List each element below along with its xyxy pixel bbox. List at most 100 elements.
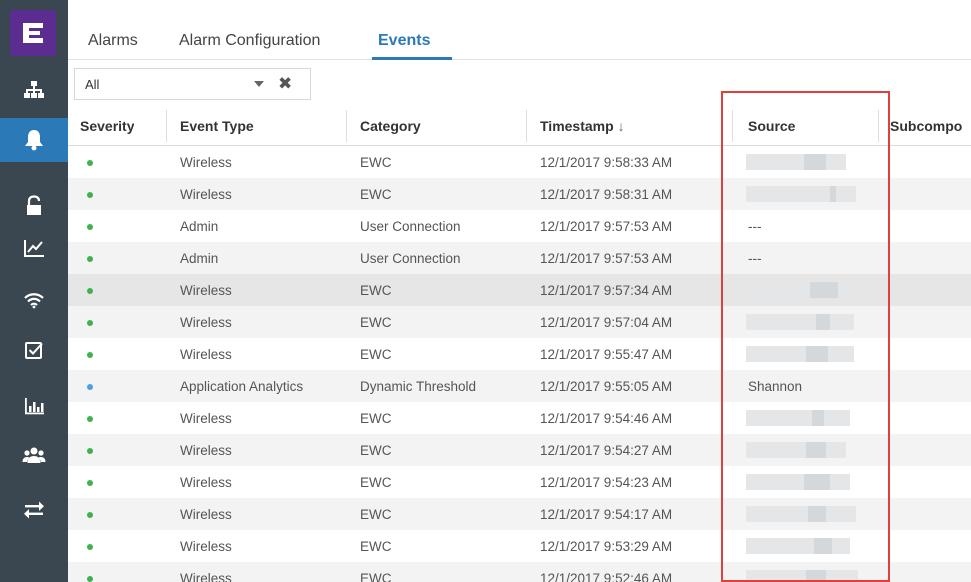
cell-timestamp: 12/1/2017 9:57:53 AM: [540, 251, 673, 266]
cell-timestamp: 12/1/2017 9:57:53 AM: [540, 219, 673, 234]
table-row[interactable]: Wireless EWC 12/1/2017 9:54:27 AM: [68, 434, 971, 466]
tab-bar: Alarms Alarm Configuration Events: [68, 0, 971, 60]
redaction-block: [808, 506, 826, 522]
cell-event-type: Wireless: [180, 539, 232, 554]
cell-category: User Connection: [360, 219, 461, 234]
cell-timestamp: 12/1/2017 9:58:33 AM: [540, 155, 673, 170]
severity-status-icon: [87, 320, 93, 326]
column-header-source[interactable]: Source: [748, 118, 795, 134]
tab-events[interactable]: Events: [378, 32, 430, 50]
cell-timestamp: 12/1/2017 9:54:17 AM: [540, 507, 673, 522]
table-row[interactable]: Wireless EWC 12/1/2017 9:55:47 AM: [68, 338, 971, 370]
sidebar-item-users[interactable]: [0, 436, 68, 476]
redaction-block: [746, 538, 850, 554]
cell-timestamp: 12/1/2017 9:54:46 AM: [540, 411, 673, 426]
column-resize-handle[interactable]: [526, 110, 527, 142]
redaction-block: [806, 442, 826, 458]
table-row[interactable]: Application Analytics Dynamic Threshold 12…: [68, 370, 971, 402]
event-filter-select[interactable]: All ✖: [74, 68, 311, 100]
table-row[interactable]: Wireless EWC 12/1/2017 9:53:29 AM: [68, 530, 971, 562]
cell-event-type: Application Analytics: [180, 379, 304, 394]
sidebar-item-wireless[interactable]: [0, 280, 68, 320]
table-row[interactable]: Wireless EWC 12/1/2017 9:57:04 AM: [68, 306, 971, 338]
table-row[interactable]: Wireless EWC 12/1/2017 9:54:46 AM: [68, 402, 971, 434]
sidebar-item-analytics[interactable]: [0, 228, 68, 268]
redaction-block: [806, 346, 828, 362]
checkbox-icon: [25, 342, 43, 359]
redaction-block: [816, 314, 830, 330]
close-icon[interactable]: ✖: [278, 74, 292, 94]
redaction-block: [746, 346, 854, 362]
cell-event-type: Wireless: [180, 507, 232, 522]
redaction-block: [806, 570, 826, 582]
caret-down-icon[interactable]: [254, 81, 264, 87]
severity-status-icon: [87, 448, 93, 454]
sidebar-item-alarms[interactable]: [0, 118, 68, 162]
table-row[interactable]: Admin User Connection 12/1/2017 9:57:53 AM…: [68, 210, 971, 242]
redaction-block: [810, 282, 838, 298]
severity-status-icon: [87, 416, 93, 422]
severity-status-icon: [87, 224, 93, 230]
table-row[interactable]: Wireless EWC 12/1/2017 9:58:33 AM: [68, 146, 971, 178]
cell-timestamp: 12/1/2017 9:57:34 AM: [540, 283, 673, 298]
column-header-category[interactable]: Category: [360, 118, 421, 134]
cell-category: EWC: [360, 315, 392, 330]
column-resize-handle[interactable]: [732, 110, 733, 142]
cell-source-redacted: [746, 538, 850, 554]
column-header-subcomponent[interactable]: Subcompo: [890, 118, 971, 134]
severity-status-icon: [87, 544, 93, 550]
sidebar: [0, 0, 68, 582]
cell-source-redacted: [746, 570, 858, 582]
cell-category: EWC: [360, 571, 392, 582]
cell-source-redacted: [746, 506, 856, 522]
cell-timestamp: 12/1/2017 9:58:31 AM: [540, 187, 673, 202]
table-row[interactable]: Wireless EWC 12/1/2017 9:54:23 AM: [68, 466, 971, 498]
severity-status-icon: [87, 480, 93, 486]
redaction-block: [746, 314, 854, 330]
table-row[interactable]: Wireless EWC 12/1/2017 9:58:31 AM: [68, 178, 971, 210]
cell-timestamp: 12/1/2017 9:54:23 AM: [540, 475, 673, 490]
sidebar-item-network[interactable]: [0, 70, 68, 110]
cell-category: Dynamic Threshold: [360, 379, 477, 394]
cell-timestamp: 12/1/2017 9:57:04 AM: [540, 315, 673, 330]
severity-status-icon: [87, 256, 93, 262]
cell-category: EWC: [360, 443, 392, 458]
line-chart-icon: [24, 240, 44, 257]
extreme-logo-icon[interactable]: [10, 10, 56, 56]
column-resize-handle[interactable]: [166, 110, 167, 142]
cell-source-redacted: [746, 442, 846, 458]
severity-status-icon: [87, 512, 93, 518]
sidebar-item-reports[interactable]: [0, 386, 68, 426]
cell-category: EWC: [360, 283, 392, 298]
unlock-icon: [27, 195, 41, 215]
redaction-block: [746, 186, 856, 202]
cell-event-type: Admin: [180, 219, 219, 234]
redaction-block: [746, 154, 846, 170]
bell-icon: [25, 130, 43, 151]
column-header-timestamp[interactable]: Timestamp ↓: [540, 118, 625, 134]
column-resize-handle[interactable]: [878, 110, 879, 142]
cell-event-type: Wireless: [180, 347, 232, 362]
column-resize-handle[interactable]: [346, 110, 347, 142]
sidebar-item-compliance[interactable]: [0, 330, 68, 370]
redaction-block: [830, 186, 836, 202]
cell-event-type: Wireless: [180, 475, 232, 490]
cell-category: EWC: [360, 347, 392, 362]
redaction-block: [746, 282, 858, 298]
column-header-event-type[interactable]: Event Type: [180, 118, 254, 134]
severity-status-icon: [87, 384, 93, 390]
cell-event-type: Admin: [180, 251, 219, 266]
cell-category: EWC: [360, 539, 392, 554]
table-row[interactable]: Wireless EWC 12/1/2017 9:57:34 AM: [68, 274, 971, 306]
tab-alarms[interactable]: Alarms: [88, 32, 138, 50]
cell-source-redacted: [746, 154, 846, 170]
table-row[interactable]: Wireless EWC 12/1/2017 9:54:17 AM: [68, 498, 971, 530]
cell-source-redacted: [746, 410, 850, 426]
column-header-severity[interactable]: Severity: [80, 118, 134, 134]
sidebar-item-tasks[interactable]: [0, 490, 68, 530]
redaction-block: [814, 538, 832, 554]
sidebar-item-access-control[interactable]: [0, 186, 68, 226]
table-row[interactable]: Wireless EWC 12/1/2017 9:52:46 AM: [68, 562, 971, 582]
table-row[interactable]: Admin User Connection 12/1/2017 9:57:53 AM…: [68, 242, 971, 274]
tab-alarm-configuration[interactable]: Alarm Configuration: [179, 32, 320, 50]
